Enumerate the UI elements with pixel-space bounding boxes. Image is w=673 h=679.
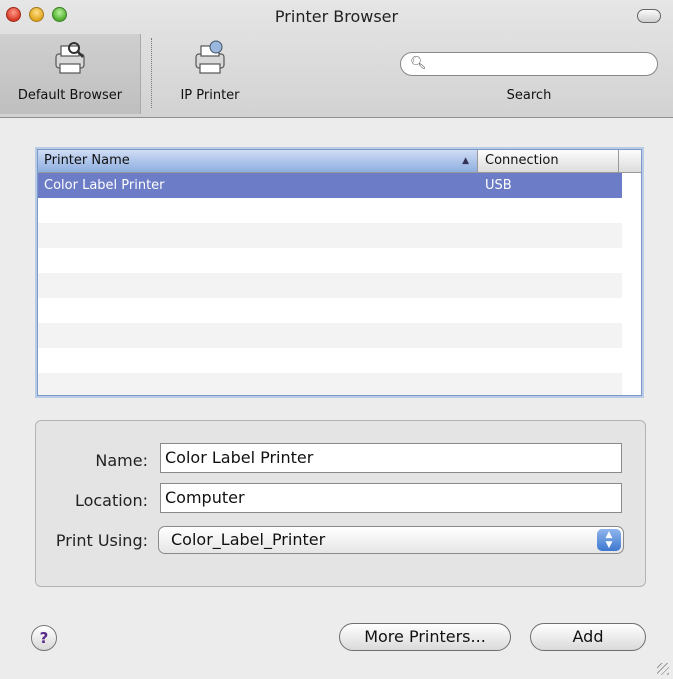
printer-details-panel: Name: Color Label Printer Location: Comp… (35, 420, 646, 587)
window-title: Printer Browser (274, 7, 399, 26)
printer-name-header-label: Printer Name (44, 153, 130, 168)
connection-cell: USB (485, 178, 512, 193)
name-field[interactable]: Color Label Printer (160, 443, 622, 473)
toolbar-toggle-button[interactable] (637, 9, 661, 23)
column-header-connection[interactable]: Connection (479, 150, 619, 172)
print-using-value: Color_Label_Printer (171, 530, 326, 549)
search-field[interactable]: 🔍︎ (400, 52, 658, 76)
magnifier-icon[interactable]: 🔍︎ (410, 56, 427, 71)
list-row-empty[interactable] (38, 348, 622, 373)
list-row-empty[interactable] (38, 323, 622, 348)
list-row-empty[interactable] (38, 248, 622, 273)
printer-list[interactable]: Printer Name ▲ Connection Color Label Pr… (37, 149, 642, 396)
search-toolbar-item: 🔍︎ Search (388, 34, 663, 114)
printer-name-cell: Color Label Printer (44, 178, 165, 193)
list-row-empty[interactable] (38, 273, 622, 298)
list-row-empty[interactable] (38, 198, 622, 223)
search-input[interactable] (431, 55, 645, 75)
more-printers-button[interactable]: More Printers... (339, 623, 511, 651)
list-row-empty[interactable] (38, 373, 622, 395)
ip-printer-icon (195, 40, 225, 74)
list-row-color-label-printer[interactable]: Color Label Printer USB (38, 173, 622, 198)
sort-ascending-icon: ▲ (462, 156, 469, 166)
ip-printer-button[interactable]: IP Printer (150, 34, 270, 114)
popup-arrows-icon: ▲ ▼ (597, 529, 621, 551)
search-label: Search (506, 88, 552, 103)
help-button[interactable]: ? (31, 625, 57, 651)
column-header-printer-name[interactable]: Printer Name ▲ (38, 150, 478, 172)
printer-browser-window: Printer Browser Default Browser IP Print… (0, 0, 673, 679)
list-row-empty[interactable] (38, 298, 622, 323)
list-row-empty[interactable] (38, 223, 622, 248)
ip-printer-label: IP Printer (180, 88, 240, 103)
name-label: Name: (95, 451, 148, 470)
print-using-label: Print Using: (55, 531, 148, 550)
toolbar-area: Printer Browser Default Browser IP Print… (0, 0, 673, 118)
add-button[interactable]: Add (530, 623, 646, 651)
resize-grip-icon[interactable] (657, 663, 669, 675)
default-browser-button[interactable]: Default Browser (0, 34, 141, 114)
print-using-popup[interactable]: Color_Label_Printer ▲ ▼ (158, 526, 624, 554)
default-browser-label: Default Browser (17, 88, 123, 103)
location-label: Location: (74, 491, 148, 510)
location-field[interactable]: Computer (160, 483, 622, 513)
printer-search-icon (55, 42, 85, 74)
list-header: Printer Name ▲ Connection (38, 150, 641, 173)
